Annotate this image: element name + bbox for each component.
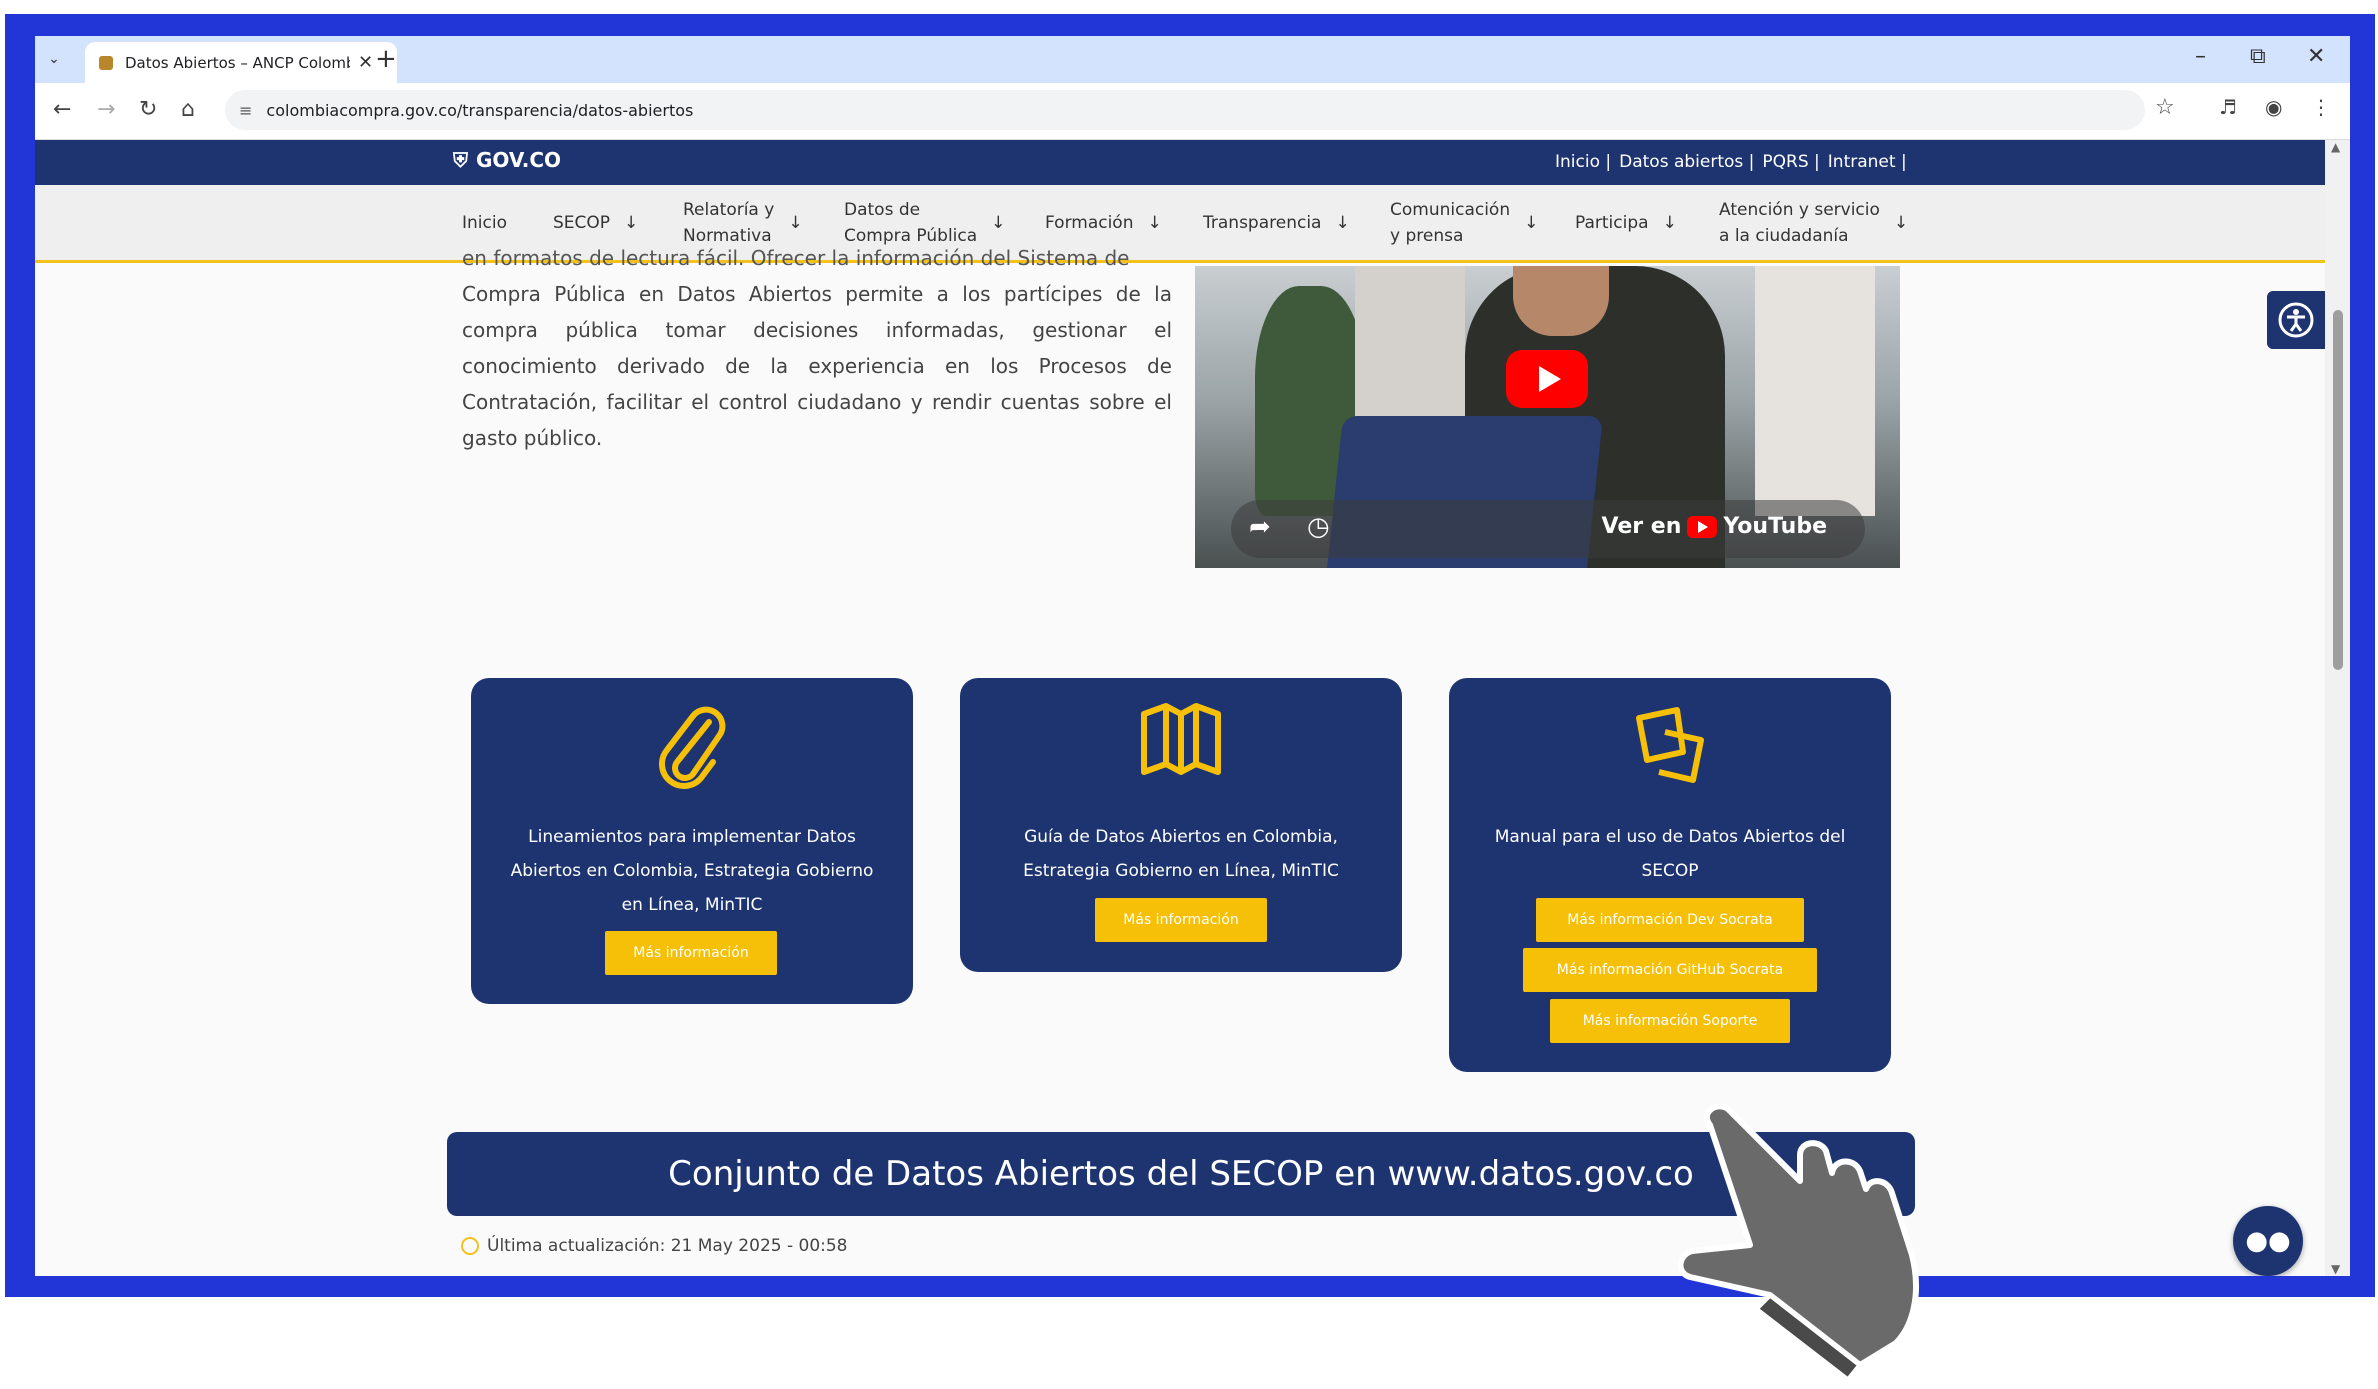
- clock-icon: [461, 1237, 479, 1255]
- site-info-icon[interactable]: ≡: [239, 101, 252, 120]
- video-building: [1355, 266, 1465, 426]
- nav-comunicacion[interactable]: Comunicación y prensa ↓: [1390, 185, 1538, 260]
- arrow-down-icon: ↓: [624, 212, 639, 233]
- paperclip-icon: [471, 700, 913, 790]
- dev-socrata-button[interactable]: Más información Dev Socrata: [1536, 898, 1804, 942]
- web-page: ⛨ GOV.CO Inicio | Datos abiertos | PQRS …: [35, 140, 2325, 1276]
- accessibility-icon: [2278, 302, 2314, 338]
- close-tab-icon[interactable]: ✕: [358, 52, 373, 73]
- watch-on-label: Ver en: [1601, 514, 1682, 539]
- tab-title: Datos Abiertos – ANCP Colombi: [125, 53, 350, 72]
- colombia-shield-icon: ⛨: [453, 148, 468, 172]
- last-updated-text: Última actualización: 21 May 2025 - 00:5…: [487, 1236, 848, 1256]
- arrow-down-icon: ↓: [1662, 212, 1677, 233]
- nav-atencion[interactable]: Atención y servicio a la ciudadanía ↓: [1719, 185, 1908, 260]
- scroll-thumb[interactable]: [2333, 310, 2343, 670]
- minimize-icon[interactable]: –: [2195, 44, 2206, 69]
- close-window-icon[interactable]: ✕: [2307, 44, 2325, 69]
- mas-informacion-button[interactable]: Más información: [1095, 898, 1267, 942]
- card-lineamientos-text: Lineamientos para implementar Datos Abie…: [510, 827, 874, 915]
- map-icon: [960, 700, 1402, 780]
- browser-window: ⌄ Datos Abiertos – ANCP Colombi ✕ + – ⧉ …: [35, 36, 2350, 1276]
- arrow-down-icon: ↓: [1524, 212, 1539, 233]
- favicon-icon: [99, 55, 113, 70]
- mas-informacion-button[interactable]: Más información: [605, 931, 777, 975]
- url-text: colombiacompra.gov.co/transparencia/dato…: [266, 100, 694, 120]
- scroll-down-icon[interactable]: ▼: [2331, 1262, 2340, 1276]
- intro-cut-line: en formatos de lectura fácil. Ofrecer la…: [462, 246, 1130, 270]
- restore-icon[interactable]: ⧉: [2250, 44, 2266, 69]
- gov-link-datos-abiertos[interactable]: Datos abiertos |: [1619, 152, 1754, 172]
- menu-kebab-icon[interactable]: ⋮: [2311, 95, 2331, 119]
- arrow-down-icon: ↓: [788, 212, 803, 233]
- chat-support-button[interactable]: ●●: [2233, 1206, 2303, 1276]
- nav-participa[interactable]: Participa ↓: [1575, 185, 1677, 260]
- gov-bar: ⛨ GOV.CO Inicio | Datos abiertos | PQRS …: [35, 140, 2325, 185]
- card-lineamientos: Lineamientos para implementar Datos Abie…: [471, 678, 913, 1004]
- gov-link-intranet[interactable]: Intranet |: [1828, 152, 1907, 172]
- nav-transparencia-label: Transparencia: [1203, 212, 1322, 233]
- arrow-down-icon: ↓: [1147, 212, 1162, 233]
- gov-links: Inicio | Datos abiertos | PQRS | Intrane…: [1555, 152, 1907, 172]
- arrow-down-icon: ↓: [1893, 212, 1909, 233]
- nav-comunicacion-label: Comunicación y prensa: [1390, 199, 1511, 246]
- people-icon: ●●: [2245, 1226, 2291, 1256]
- forward-icon[interactable]: →: [97, 97, 115, 122]
- documents-icon: [1449, 700, 1891, 790]
- last-updated: Última actualización: 21 May 2025 - 00:5…: [461, 1236, 848, 1256]
- card-manual: Manual para el uso de Datos Abiertos del…: [1449, 678, 1891, 1072]
- page-scrollbar[interactable]: ▲ ▼: [2325, 140, 2350, 1276]
- back-icon[interactable]: ←: [53, 97, 71, 122]
- govco-logo[interactable]: ⛨ GOV.CO: [453, 148, 561, 172]
- nav-inicio-label: Inicio: [462, 212, 507, 233]
- new-tab-button[interactable]: +: [375, 44, 397, 74]
- home-icon[interactable]: ⌂: [181, 97, 195, 122]
- watch-on-youtube[interactable]: Ver en YouTube: [1602, 514, 1827, 539]
- media-controls-icon[interactable]: ♬: [2219, 95, 2237, 119]
- gov-link-inicio[interactable]: Inicio |: [1555, 152, 1611, 172]
- nav-secop-label: SECOP: [553, 212, 611, 233]
- card-manual-text: Manual para el uso de Datos Abiertos del…: [1494, 827, 1846, 881]
- card-guia: Guía de Datos Abiertos en Colombia, Estr…: [960, 678, 1402, 972]
- share-icon[interactable]: ➦: [1249, 512, 1271, 542]
- card-guia-text: Guía de Datos Abiertos en Colombia, Estr…: [1023, 827, 1339, 881]
- reload-icon[interactable]: ↻: [139, 97, 157, 122]
- gov-link-pqrs[interactable]: PQRS |: [1762, 152, 1819, 172]
- browser-tab[interactable]: Datos Abiertos – ANCP Colombi ✕: [85, 42, 397, 83]
- github-socrata-button[interactable]: Más información GitHub Socrata: [1523, 948, 1817, 992]
- video-building: [1755, 266, 1875, 516]
- arrow-down-icon: ↓: [991, 212, 1006, 233]
- video-controls: ➦ ◷ Ver en YouTube: [1231, 500, 1865, 558]
- address-bar[interactable]: ≡ colombiacompra.gov.co/transparencia/da…: [225, 90, 2145, 130]
- accessibility-button[interactable]: [2267, 291, 2325, 349]
- youtube-play-button[interactable]: [1506, 350, 1588, 408]
- nav-transparencia[interactable]: Transparencia ↓: [1203, 185, 1350, 260]
- youtube-logo-icon: [1687, 515, 1718, 538]
- nav-atencion-label: Atención y servicio a la ciudadanía: [1719, 199, 1880, 246]
- video-presenter-face: [1513, 266, 1609, 336]
- arrow-down-icon: ↓: [1335, 212, 1350, 233]
- profile-icon[interactable]: ◉: [2265, 95, 2282, 119]
- nav-participa-label: Participa: [1575, 212, 1649, 233]
- main-navigation: Inicio SECOP ↓ Relatoría y Normativa ↓ D…: [35, 185, 2325, 263]
- govco-logo-text: GOV.CO: [476, 148, 562, 172]
- youtube-video[interactable]: ➦ ◷ Ver en YouTube: [1195, 266, 1900, 568]
- nav-formacion-label: Formación: [1045, 212, 1134, 233]
- tab-search-icon[interactable]: ⌄: [41, 46, 67, 72]
- youtube-label: YouTube: [1723, 514, 1827, 539]
- tab-bar: ⌄ Datos Abiertos – ANCP Colombi ✕ + – ⧉ …: [35, 36, 2350, 83]
- intro-text: Compra Pública en Datos Abiertos permite…: [462, 282, 1172, 450]
- watch-later-icon[interactable]: ◷: [1307, 512, 1330, 542]
- intro-paragraph: en formatos de lectura fácil. Ofrecer la…: [462, 246, 1172, 456]
- address-toolbar: ← → ↻ ⌂ ≡ colombiacompra.gov.co/transpar…: [35, 83, 2350, 140]
- scroll-up-icon[interactable]: ▲: [2331, 140, 2340, 154]
- bookmark-star-icon[interactable]: ☆: [2155, 95, 2175, 120]
- pointing-hand-icon: [1650, 1095, 1970, 1389]
- soporte-button[interactable]: Más información Soporte: [1550, 999, 1790, 1043]
